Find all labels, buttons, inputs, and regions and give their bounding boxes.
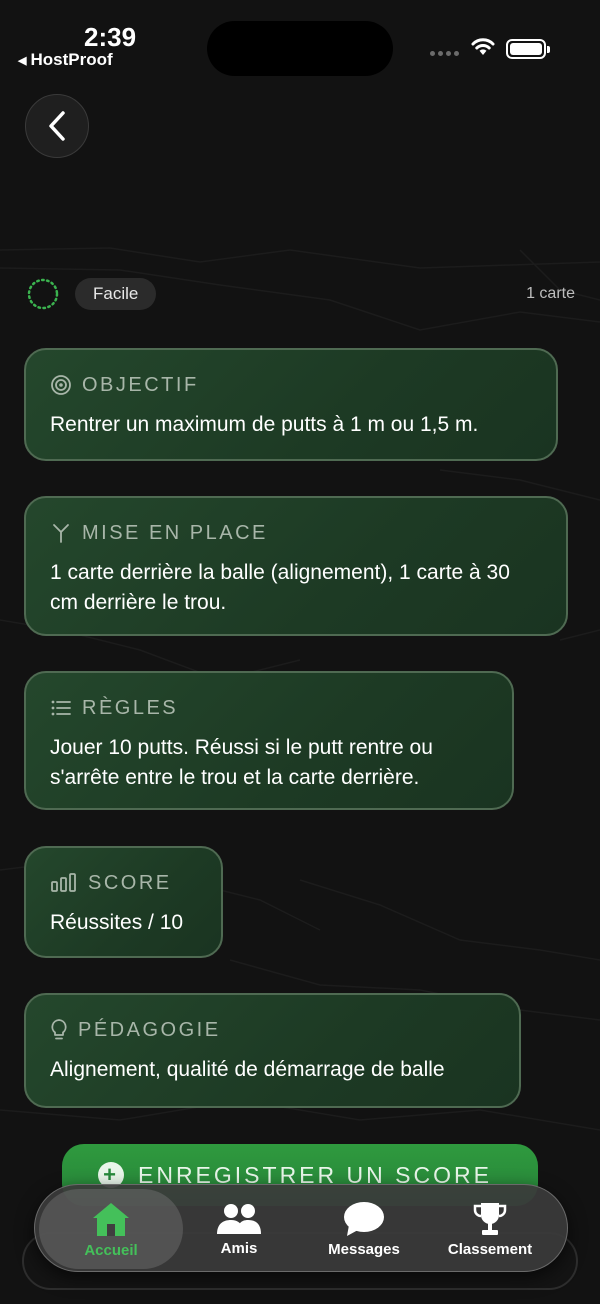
fork-icon [53,524,69,543]
score-text: Réussites / 10 [50,911,184,934]
tab-leaderboard-label: Classement [447,1240,533,1258]
tab-messages-label: Messages [328,1240,400,1258]
setup-title: MISE EN PLACE [82,521,268,544]
back-app-label: HostProof [30,50,113,69]
rules-text: Jouer 10 putts. Réussi si le putt rentre… [50,736,433,789]
target-icon [51,375,71,395]
tab-messages[interactable]: Messages [307,1185,421,1273]
pedagogy-title: PÉDAGOGIE [78,1018,221,1041]
back-button[interactable] [25,94,89,158]
setup-text: 1 carte derrière la balle (alignement), … [50,561,510,614]
rules-card: RÈGLES Jouer 10 putts. Réussi si le putt… [24,671,514,810]
bars-icon [51,873,76,892]
objective-card: OBJECTIF Rentrer un maximum de putts à 1… [24,348,558,461]
back-to-app-link[interactable]: ◀ HostProof [18,50,113,70]
lightbulb-icon [51,1019,67,1040]
chat-icon [344,1201,384,1236]
score-title: SCORE [88,871,172,894]
trophy-icon [473,1202,507,1235]
wifi-icon [471,38,495,55]
tab-home-label: Accueil [84,1241,138,1259]
cellular-signal-icon [430,51,459,56]
card-count: 1 carte [526,285,575,302]
topographic-background [0,247,600,1131]
tab-bar: Accueil Amis Messages Classement [34,1184,568,1272]
list-icon [51,700,71,716]
rules-title: RÈGLES [82,696,179,719]
progress-ring-icon [27,278,59,310]
tab-leaderboard[interactable]: Classement [435,1185,545,1273]
tab-friends[interactable]: Amis [187,1185,291,1273]
pedagogy-text: Alignement, qualité de démarrage de ball… [50,1058,445,1081]
home-icon [93,1202,129,1236]
chevron-left-icon [49,111,65,141]
setup-card: MISE EN PLACE 1 carte derrière la balle … [24,496,568,636]
score-card: SCORE Réussites / 10 [24,846,223,958]
pedagogy-card: PÉDAGOGIE Alignement, qualité de démarra… [24,993,521,1108]
status-time: 2:39 [84,22,137,52]
difficulty-badge: Facile [75,278,157,310]
tab-friends-label: Amis [220,1239,258,1257]
objective-text: Rentrer un maximum de putts à 1 m ou 1,5… [50,413,479,436]
battery-icon [506,39,550,59]
friends-icon [217,1203,261,1234]
tab-home[interactable]: Accueil [35,1185,187,1273]
objective-title: OBJECTIF [82,373,199,396]
back-triangle-icon: ◀ [18,54,27,67]
dynamic-island [207,21,393,76]
